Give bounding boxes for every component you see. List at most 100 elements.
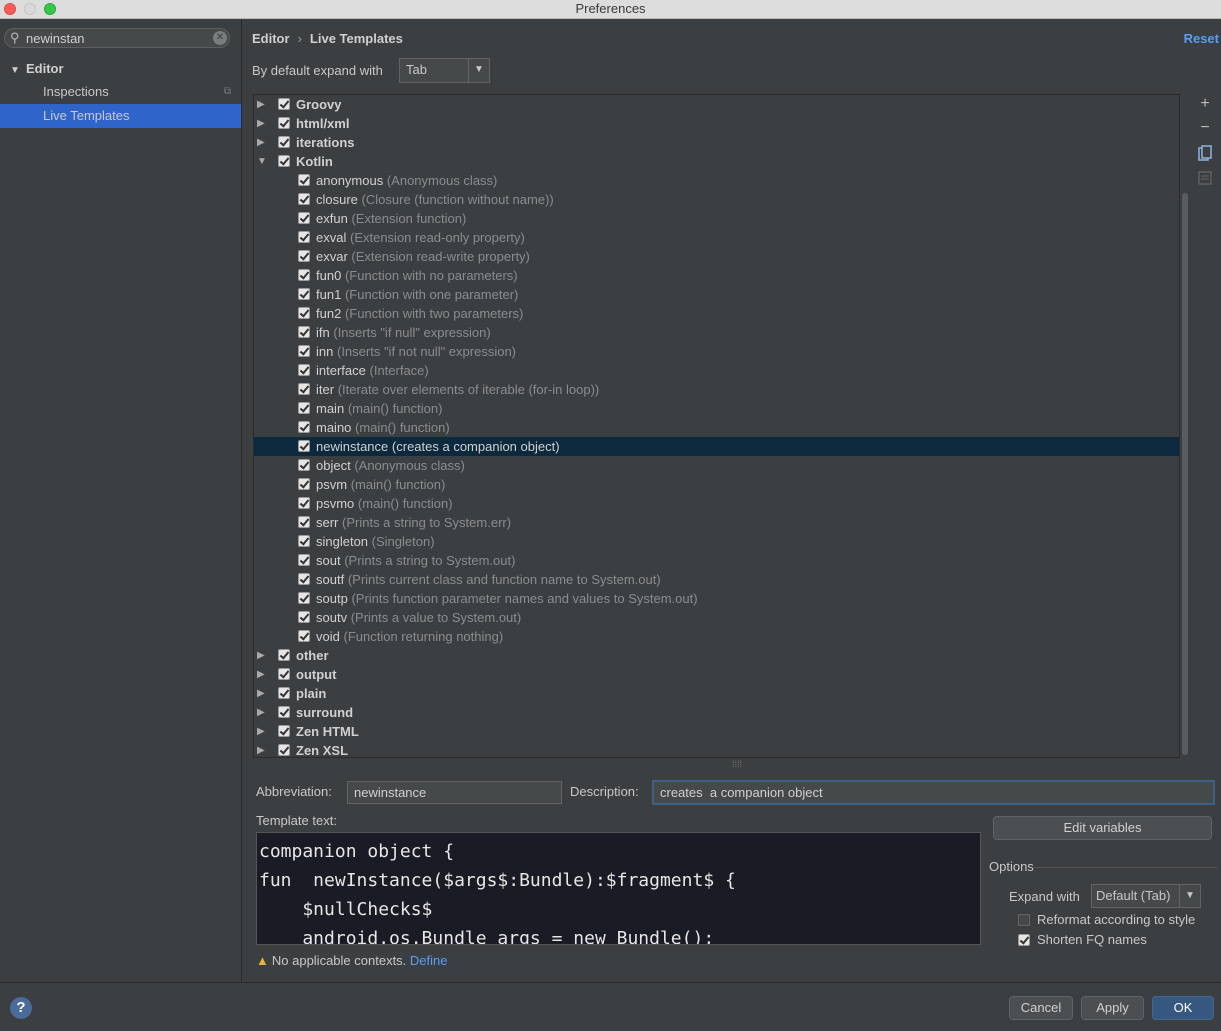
- template-group-row[interactable]: ▶ surround: [254, 703, 1179, 722]
- template-row[interactable]: object (Anonymous class): [254, 456, 1179, 475]
- template-row[interactable]: anonymous (Anonymous class): [254, 171, 1179, 190]
- sidebar-group-editor[interactable]: ▼ Editor: [10, 61, 64, 76]
- template-checkbox[interactable]: [298, 307, 310, 319]
- expand-arrow-icon[interactable]: ▶: [257, 114, 265, 133]
- template-checkbox[interactable]: [298, 174, 310, 186]
- template-row[interactable]: singleton (Singleton): [254, 532, 1179, 551]
- tree-scrollbar[interactable]: [1182, 193, 1188, 755]
- restore-icon[interactable]: [1192, 171, 1218, 190]
- template-row[interactable]: serr (Prints a string to System.err): [254, 513, 1179, 532]
- cancel-button[interactable]: Cancel: [1009, 996, 1073, 1020]
- template-row[interactable]: closure (Closure (function without name)…: [254, 190, 1179, 209]
- template-checkbox[interactable]: [298, 573, 310, 585]
- group-checkbox[interactable]: [278, 725, 290, 737]
- template-checkbox[interactable]: [298, 364, 310, 376]
- template-row[interactable]: soutf (Prints current class and function…: [254, 570, 1179, 589]
- group-checkbox[interactable]: [278, 98, 290, 110]
- template-row[interactable]: newinstance (creates a companion object): [254, 437, 1179, 456]
- template-checkbox[interactable]: [298, 421, 310, 433]
- description-field[interactable]: [652, 780, 1215, 805]
- template-group-row[interactable]: ▶ iterations: [254, 133, 1179, 152]
- checkbox-icon[interactable]: [1018, 914, 1030, 926]
- copy-icon[interactable]: [1192, 145, 1218, 166]
- edit-variables-button[interactable]: Edit variables: [993, 816, 1212, 840]
- template-checkbox[interactable]: [298, 326, 310, 338]
- expand-arrow-icon[interactable]: ▶: [257, 722, 265, 741]
- collapse-arrow-icon[interactable]: ▼: [257, 152, 267, 171]
- template-row[interactable]: maino (main() function): [254, 418, 1179, 437]
- template-group-row[interactable]: ▶ output: [254, 665, 1179, 684]
- breadcrumb-editor[interactable]: Editor: [252, 31, 290, 46]
- search-input[interactable]: [26, 31, 206, 46]
- template-row[interactable]: exval (Extension read-only property): [254, 228, 1179, 247]
- expand-arrow-icon[interactable]: ▶: [257, 703, 265, 722]
- group-checkbox[interactable]: [278, 136, 290, 148]
- template-group-row[interactable]: ▶ other: [254, 646, 1179, 665]
- template-checkbox[interactable]: [298, 231, 310, 243]
- template-group-row[interactable]: ▶ Zen HTML: [254, 722, 1179, 741]
- template-checkbox[interactable]: [298, 516, 310, 528]
- template-checkbox[interactable]: [298, 592, 310, 604]
- template-checkbox[interactable]: [298, 212, 310, 224]
- expand-arrow-icon[interactable]: ▶: [257, 665, 265, 684]
- template-row[interactable]: exvar (Extension read-write property): [254, 247, 1179, 266]
- template-checkbox[interactable]: [298, 383, 310, 395]
- sidebar-item-live-templates[interactable]: Live Templates: [0, 104, 241, 128]
- template-row[interactable]: fun1 (Function with one parameter): [254, 285, 1179, 304]
- expand-with-select[interactable]: Default (Tab) ▼: [1091, 884, 1201, 908]
- template-checkbox[interactable]: [298, 250, 310, 262]
- define-context-link[interactable]: Define: [410, 953, 448, 968]
- group-checkbox[interactable]: [278, 155, 290, 167]
- expand-arrow-icon[interactable]: ▶: [257, 741, 265, 757]
- template-row[interactable]: main (main() function): [254, 399, 1179, 418]
- expand-arrow-icon[interactable]: ▶: [257, 95, 265, 114]
- template-checkbox[interactable]: [298, 288, 310, 300]
- group-checkbox[interactable]: [278, 649, 290, 661]
- template-group-row[interactable]: ▶ html/xml: [254, 114, 1179, 133]
- reset-link[interactable]: Reset: [1184, 31, 1219, 46]
- template-group-row[interactable]: ▼ Kotlin: [254, 152, 1179, 171]
- template-checkbox[interactable]: [298, 345, 310, 357]
- remove-icon[interactable]: −: [1192, 119, 1218, 137]
- template-row[interactable]: fun0 (Function with no parameters): [254, 266, 1179, 285]
- templates-tree[interactable]: ▶ Groovy ▶ html/xml ▶ iterations ▼ Kotlin anonym…: [253, 94, 1180, 758]
- group-checkbox[interactable]: [278, 668, 290, 680]
- template-row[interactable]: ifn (Inserts "if null" expression): [254, 323, 1179, 342]
- add-icon[interactable]: +: [1192, 95, 1218, 113]
- template-group-row[interactable]: ▶ plain: [254, 684, 1179, 703]
- template-row[interactable]: fun2 (Function with two parameters): [254, 304, 1179, 323]
- group-checkbox[interactable]: [278, 687, 290, 699]
- sidebar-item-inspections[interactable]: Inspections ⧉: [0, 80, 241, 104]
- checkbox-icon[interactable]: [1018, 934, 1030, 946]
- template-checkbox[interactable]: [298, 459, 310, 471]
- abbreviation-field[interactable]: [347, 781, 562, 804]
- template-row[interactable]: psvm (main() function): [254, 475, 1179, 494]
- template-row[interactable]: psvmo (main() function): [254, 494, 1179, 513]
- search-icon[interactable]: ⚲: [10, 30, 20, 46]
- template-text-editor[interactable]: companion object { fun newInstance($args…: [256, 832, 981, 945]
- template-checkbox[interactable]: [298, 497, 310, 509]
- template-row[interactable]: sout (Prints a string to System.out): [254, 551, 1179, 570]
- template-row[interactable]: inn (Inserts "if not null" expression): [254, 342, 1179, 361]
- template-checkbox[interactable]: [298, 402, 310, 414]
- template-group-row[interactable]: ▶ Zen XSL: [254, 741, 1179, 757]
- template-row[interactable]: soutv (Prints a value to System.out): [254, 608, 1179, 627]
- template-checkbox[interactable]: [298, 269, 310, 281]
- expand-arrow-icon[interactable]: ▶: [257, 133, 265, 152]
- ok-button[interactable]: OK: [1152, 996, 1214, 1020]
- expand-arrow-icon[interactable]: ▶: [257, 646, 265, 665]
- shorten-fq-checkbox[interactable]: Shorten FQ names: [1018, 932, 1147, 947]
- template-checkbox[interactable]: [298, 478, 310, 490]
- expand-default-select[interactable]: Tab ▼: [399, 58, 490, 83]
- template-checkbox[interactable]: [298, 630, 310, 642]
- template-checkbox[interactable]: [298, 193, 310, 205]
- help-icon[interactable]: ?: [10, 997, 32, 1019]
- group-checkbox[interactable]: [278, 744, 290, 756]
- splitter-handle[interactable]: ⁞⁞⁞⁞: [732, 759, 742, 769]
- group-checkbox[interactable]: [278, 117, 290, 129]
- template-row[interactable]: iter (Iterate over elements of iterable …: [254, 380, 1179, 399]
- template-row[interactable]: interface (Interface): [254, 361, 1179, 380]
- apply-button[interactable]: Apply: [1081, 996, 1144, 1020]
- template-checkbox[interactable]: [298, 535, 310, 547]
- template-checkbox[interactable]: [298, 611, 310, 623]
